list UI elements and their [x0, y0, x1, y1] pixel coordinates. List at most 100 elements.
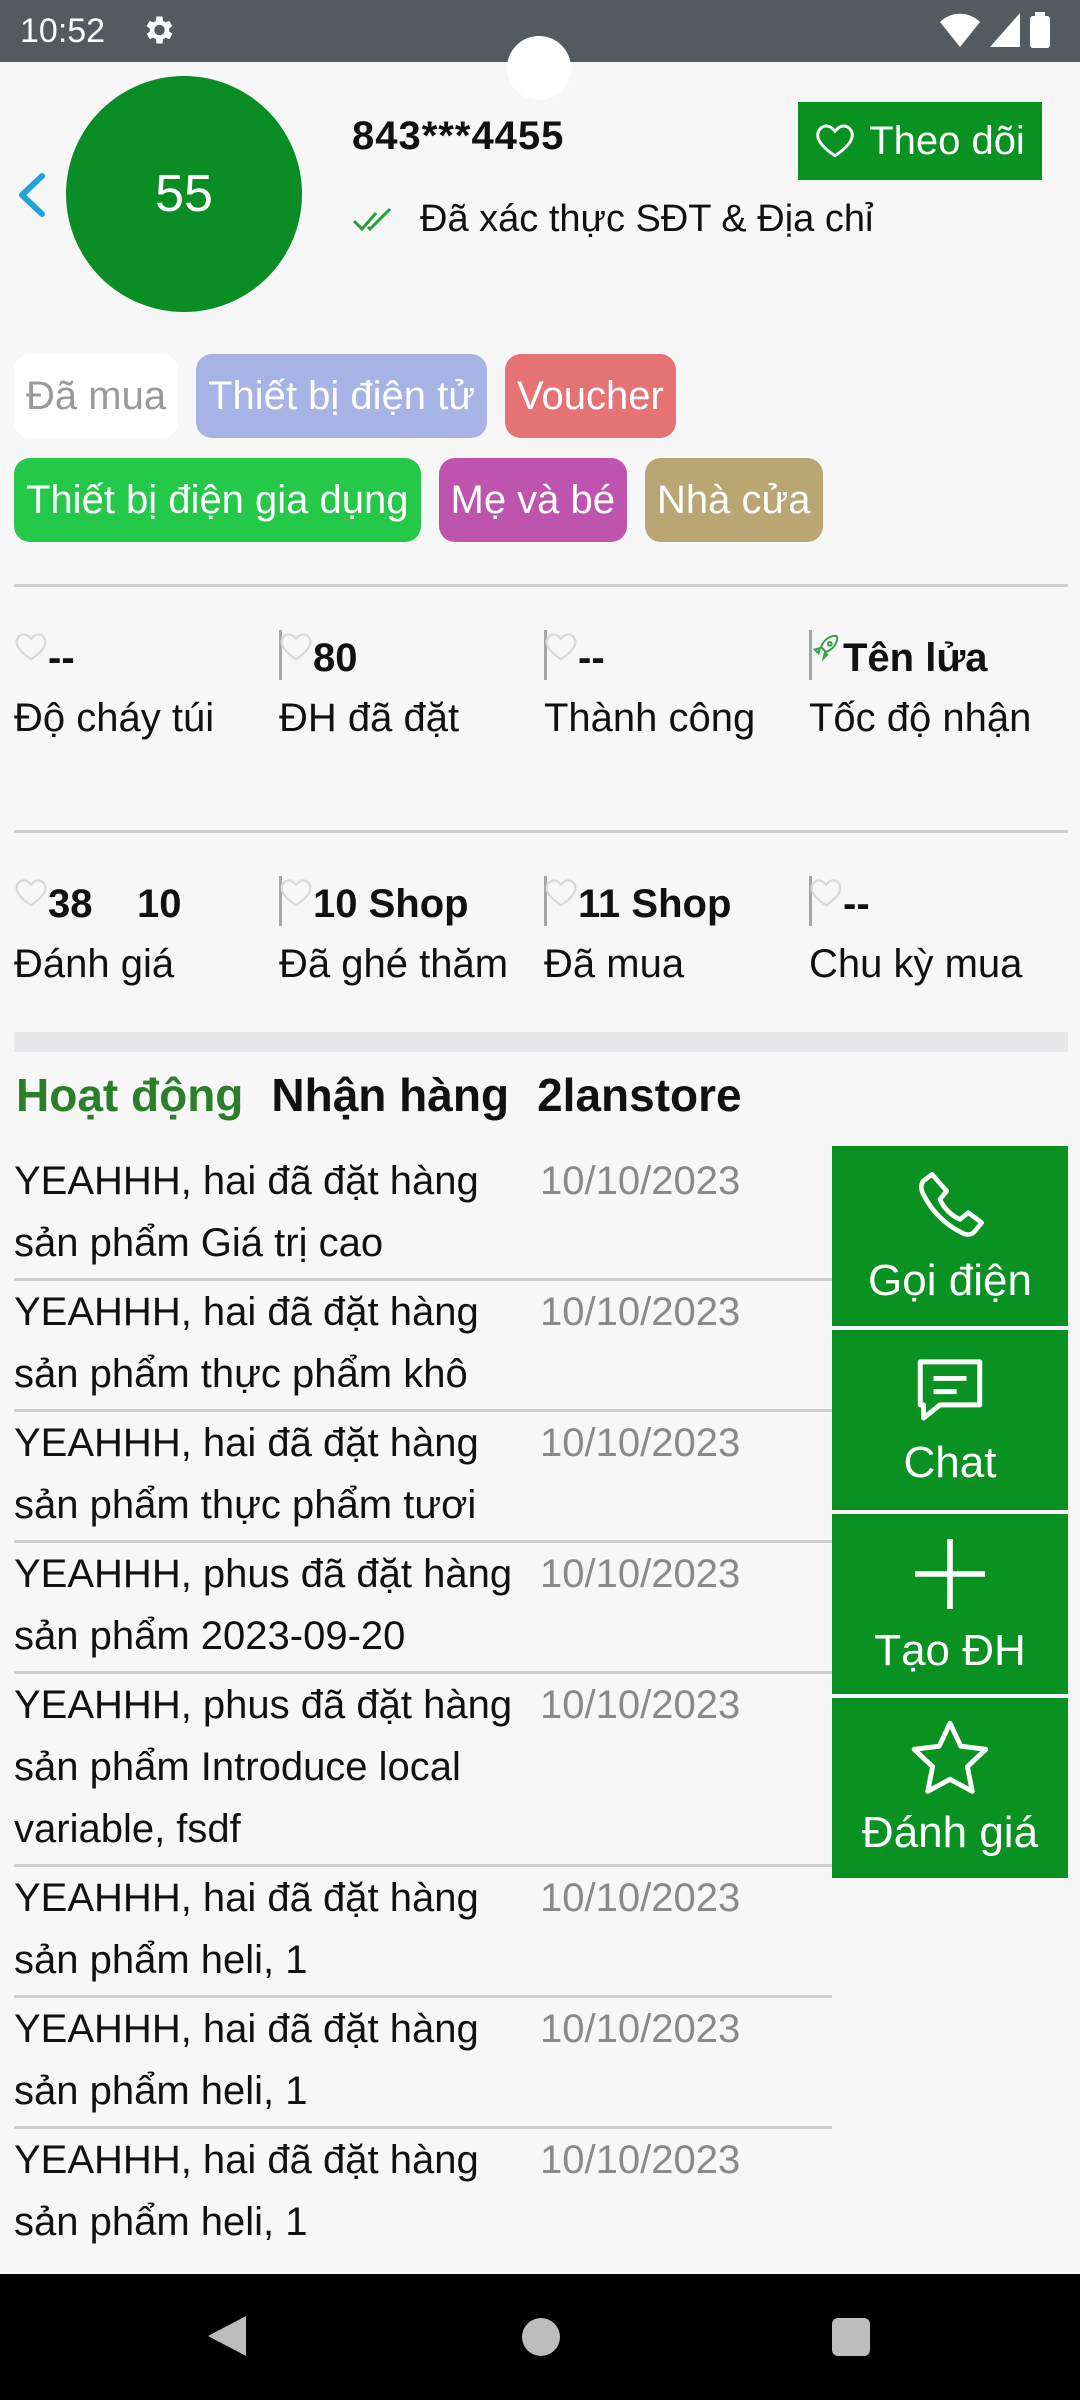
- heart-icon: [15, 633, 47, 661]
- call-label: Gọi điện: [868, 1256, 1032, 1305]
- tag-home[interactable]: Nhà cửa: [645, 458, 823, 542]
- activity-date: 10/10/2023: [540, 2138, 741, 2182]
- stat-burn-rate: -- Độ cháy túi: [14, 626, 279, 746]
- tab-activity[interactable]: Hoạt động: [16, 1068, 243, 1122]
- chat-button[interactable]: Chat: [832, 1330, 1068, 1510]
- heart-icon: [545, 633, 577, 661]
- activity-date: 10/10/2023: [540, 2007, 741, 2051]
- list-item[interactable]: YEAHHH, phus đã đặt hàng sản phẩm 2023-0…: [14, 1543, 832, 1674]
- stat-value: 11 Shop: [578, 882, 732, 926]
- gear-icon: [146, 16, 173, 44]
- stat-visited-shops: 10 Shop Đã ghé thăm: [279, 872, 544, 992]
- list-item[interactable]: YEAHHH, hai đã đặt hàng sản phẩm thực ph…: [14, 1412, 832, 1543]
- tag-mom-and-baby[interactable]: Mẹ và bé: [438, 458, 628, 542]
- back-arrow-icon[interactable]: [14, 170, 48, 220]
- activity-date: 10/10/2023: [540, 1683, 741, 1727]
- list-item[interactable]: YEAHHH, phus đã đặt hàng sản phẩm Introd…: [14, 1674, 832, 1867]
- tab-receive[interactable]: Nhận hàng: [271, 1068, 509, 1122]
- review-label: Đánh giá: [861, 1808, 1039, 1857]
- activity-text: YEAHHH, hai đã đặt hàng sản phẩm thực ph…: [14, 1421, 479, 1527]
- avatar-text: 55: [155, 165, 213, 223]
- activity-date: 10/10/2023: [540, 1552, 741, 1596]
- activity-text: YEAHHH, hai đã đặt hàng sản phẩm heli, 1: [14, 2138, 479, 2244]
- avatar: 55: [66, 76, 302, 312]
- create-order-button[interactable]: Tạo ĐH: [832, 1514, 1068, 1694]
- activity-text: YEAHHH, phus đã đặt hàng sản phẩm 2023-0…: [14, 1552, 513, 1658]
- nav-back-icon[interactable]: [206, 2314, 248, 2358]
- activity-list: YEAHHH, hai đã đặt hàng sản phẩm Giá trị…: [14, 1150, 832, 2257]
- stat-label: ĐH đã đặt: [279, 696, 460, 740]
- stat-purchased-shops: 11 Shop Đã mua: [544, 872, 809, 992]
- plus-icon: [915, 1539, 985, 1609]
- system-nav-bar: [0, 2274, 1080, 2400]
- follow-label: Theo dõi: [869, 118, 1025, 163]
- status-time: 10:52: [20, 12, 106, 50]
- list-item[interactable]: YEAHHH, hai đã đặt hàng sản phẩm heli, 1…: [14, 1998, 832, 2129]
- heart-icon: [545, 879, 577, 907]
- list-item[interactable]: YEAHHH, hai đã đặt hàng sản phẩm heli, 1…: [14, 1867, 832, 1998]
- section-divider: [14, 1032, 1068, 1052]
- activity-text: YEAHHH, hai đã đặt hàng sản phẩm heli, 1: [14, 2007, 479, 2113]
- tab-bar: Hoạt động Nhận hàng 2lanstore: [16, 1068, 742, 1122]
- stats-row-1: -- Độ cháy túi 80 ĐH đã đặt -- Thành côn…: [14, 626, 1074, 746]
- verified-text: Đã xác thực SĐT & Địa chỉ: [420, 198, 874, 240]
- stat-value: --: [48, 636, 75, 680]
- nav-recents-icon[interactable]: [832, 2318, 870, 2356]
- signal-icon: [990, 13, 1020, 47]
- chat-icon: [917, 1359, 983, 1421]
- create-order-label: Tạo ĐH: [874, 1626, 1026, 1675]
- stat-label: Thành công: [544, 696, 756, 740]
- camera-cutout: [507, 36, 571, 100]
- tab-store[interactable]: 2lanstore: [537, 1068, 742, 1122]
- stat-value: --: [843, 882, 870, 926]
- stat-label: Độ cháy túi: [14, 696, 215, 740]
- heart-icon: [816, 124, 854, 158]
- tag-home-appliances[interactable]: Thiết bị điện gia dụng: [14, 458, 421, 542]
- heart-icon: [810, 879, 842, 907]
- review-button[interactable]: Đánh giá: [832, 1698, 1068, 1878]
- call-button[interactable]: Gọi điện: [832, 1146, 1068, 1326]
- activity-date: 10/10/2023: [540, 1159, 741, 1203]
- battery-icon: [1030, 12, 1050, 48]
- stat-receive-speed: Tên lửa Tốc độ nhận: [809, 626, 1074, 746]
- stat-value: 80: [313, 636, 358, 680]
- action-panel: Gọi điện Chat Tạo ĐH Đánh giá: [832, 1146, 1068, 1882]
- stat-value: 10 Shop: [313, 882, 469, 926]
- tag-electronics[interactable]: Thiết bị điện tử: [196, 354, 487, 438]
- stat-value: --: [578, 636, 605, 680]
- wifi-icon: [940, 13, 980, 47]
- nav-home-icon[interactable]: [522, 2318, 560, 2356]
- activity-text: YEAHHH, hai đã đặt hàng sản phẩm Giá trị…: [14, 1159, 479, 1265]
- stat-reviews: 38 10 Đánh giá: [14, 872, 279, 992]
- stat-value: Tên lửa: [843, 636, 988, 680]
- heart-icon: [280, 633, 312, 661]
- stat-purchase-cycle: -- Chu kỳ mua: [809, 872, 1074, 992]
- verification-status: Đã xác thực SĐT & Địa chỉ: [352, 198, 873, 241]
- stat-label: Đánh giá: [14, 942, 175, 986]
- activity-date: 10/10/2023: [540, 1290, 741, 1334]
- double-check-icon: [352, 207, 392, 231]
- stat-orders-placed: 80 ĐH đã đặt: [279, 626, 544, 746]
- heart-icon: [15, 879, 47, 907]
- activity-text: YEAHHH, hai đã đặt hàng sản phẩm thực ph…: [14, 1290, 479, 1396]
- tag-voucher[interactable]: Voucher: [504, 354, 676, 438]
- list-item[interactable]: YEAHHH, hai đã đặt hàng sản phẩm heli, 1…: [14, 2129, 832, 2257]
- tag-purchased[interactable]: Đã mua: [14, 354, 179, 438]
- phone-icon: [919, 1172, 984, 1237]
- tag-list: Đã mua Thiết bị điện tử Voucher Thiết bị…: [14, 354, 1064, 562]
- stat-label: Tốc độ nhận: [809, 696, 1032, 740]
- activity-date: 10/10/2023: [540, 1421, 741, 1465]
- stat-label: Đã mua: [544, 942, 685, 986]
- star-icon: [911, 1720, 989, 1794]
- stat-value: 38 10: [48, 882, 182, 926]
- follow-button[interactable]: Theo dõi: [798, 102, 1042, 180]
- stat-label: Đã ghé thăm: [279, 942, 509, 986]
- customer-phone: 843***4455: [352, 114, 565, 158]
- activity-text: YEAHHH, hai đã đặt hàng sản phẩm heli, 1: [14, 1876, 479, 1982]
- divider: [14, 584, 1068, 587]
- list-item[interactable]: YEAHHH, hai đã đặt hàng sản phẩm Giá trị…: [14, 1150, 832, 1281]
- list-item[interactable]: YEAHHH, hai đã đặt hàng sản phẩm thực ph…: [14, 1281, 832, 1412]
- activity-text: YEAHHH, phus đã đặt hàng sản phẩm Introd…: [14, 1683, 513, 1851]
- rocket-icon: [812, 634, 839, 662]
- stat-success: -- Thành công: [544, 626, 809, 746]
